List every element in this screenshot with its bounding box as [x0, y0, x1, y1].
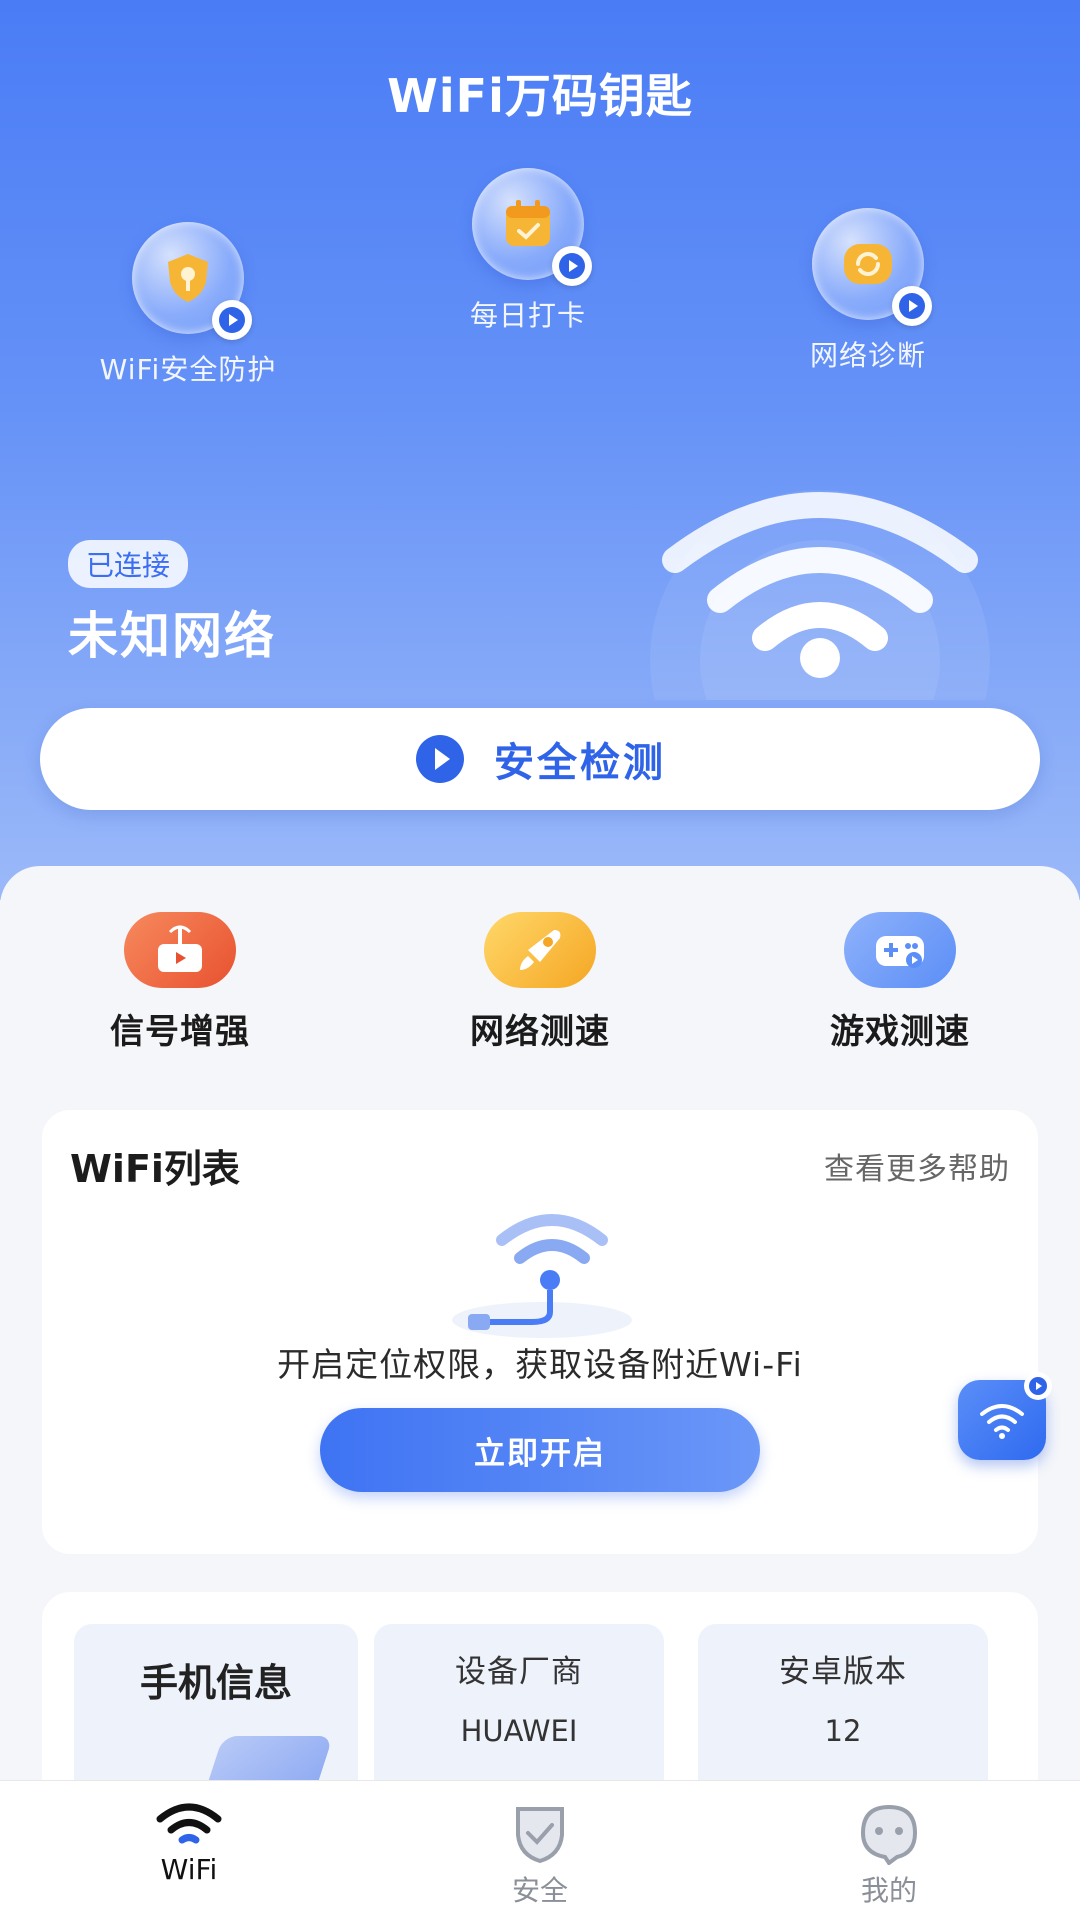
rocket-icon	[520, 930, 561, 970]
tab-label: 安全	[511, 1874, 568, 1907]
play-badge-icon	[892, 286, 932, 326]
tool-pill	[484, 912, 596, 988]
feature-daily-checkin[interactable]: 每日打卡	[408, 168, 648, 334]
app-title: WiFi万码钥匙	[387, 69, 693, 123]
tool-label: 游戏测速	[830, 1012, 970, 1052]
tab-label: WiFi	[160, 1853, 218, 1886]
phone-info-tile: 手机信息	[74, 1624, 358, 1792]
connection-status-badge: 已连接	[68, 540, 189, 588]
feature-wifi-security[interactable]: WiFi安全防护	[68, 222, 308, 388]
network-name: 未知网络	[68, 607, 276, 665]
wifi-list-title: WiFi列表	[70, 1147, 240, 1191]
feature-label: 网络诊断	[809, 339, 926, 372]
tool-game-speed[interactable]: 游戏测速	[780, 912, 1020, 1053]
tool-label: 信号增强	[110, 1012, 250, 1052]
device-vendor-value: HUAWEI	[460, 1714, 578, 1748]
bubble	[132, 222, 252, 340]
wifi-location-illustration	[452, 1214, 632, 1338]
android-version-tile: 安卓版本 12	[698, 1624, 988, 1792]
tool-label: 网络测速	[470, 1012, 610, 1052]
security-scan-label: 安全检测	[494, 740, 666, 786]
profile-face-icon	[860, 1804, 918, 1865]
bubble	[812, 208, 932, 326]
more-help-link[interactable]: 查看更多帮助	[824, 1144, 1010, 1188]
play-badge-icon	[552, 246, 592, 286]
device-vendor-label: 设备厂商	[455, 1654, 583, 1690]
wifi-icon	[980, 1404, 1024, 1439]
gamepad-icon	[876, 936, 924, 968]
calendar-check-icon	[506, 200, 550, 246]
play-badge-icon	[1024, 1372, 1052, 1400]
shield-check-icon	[516, 1807, 564, 1864]
enable-location-button[interactable]: 立即开启	[320, 1408, 760, 1492]
location-permission-message: 开启定位权限，获取设备附近Wi-Fi	[277, 1345, 803, 1384]
android-version-label: 安卓版本	[779, 1654, 907, 1690]
play-circle-icon	[416, 735, 464, 783]
tool-pill	[844, 912, 956, 988]
play-badge-icon	[212, 300, 252, 340]
signal-tower-icon	[158, 925, 202, 972]
feature-network-diagnosis[interactable]: 网络诊断	[748, 208, 988, 374]
tool-pill	[124, 912, 236, 988]
tab-label: 我的	[860, 1874, 917, 1907]
tab-security[interactable]: 安全	[440, 1801, 640, 1909]
tool-speed-test[interactable]: 网络测速	[420, 912, 660, 1053]
tab-profile[interactable]: 我的	[789, 1801, 989, 1909]
wifi-large-icon	[650, 490, 990, 700]
bubble	[472, 168, 592, 286]
phone-info-card: 手机信息 设备厂商 HUAWEI 安卓版本 12	[42, 1592, 1038, 1792]
android-version-value: 12	[824, 1714, 862, 1748]
device-vendor-tile: 设备厂商 HUAWEI	[374, 1624, 664, 1792]
feature-label: 每日打卡	[469, 299, 586, 332]
security-scan-button[interactable]: 安全检测	[40, 708, 1040, 810]
tab-wifi[interactable]: WiFi	[89, 1801, 289, 1886]
feature-label: WiFi安全防护	[99, 353, 277, 386]
tool-signal-boost[interactable]: 信号增强	[60, 912, 300, 1053]
wifi-icon	[156, 1803, 222, 1844]
wifi-list-card: WiFi列表 查看更多帮助 开启定位权限，获取设备附近Wi-Fi 立即开启	[42, 1110, 1038, 1554]
phone-info-title: 手机信息	[139, 1661, 292, 1705]
refresh-diagnose-icon	[844, 244, 892, 284]
bottom-tab-bar: WiFi 安全 我的	[0, 1780, 1080, 1920]
floating-wifi-button[interactable]	[958, 1372, 1052, 1460]
shield-key-icon	[168, 254, 208, 302]
